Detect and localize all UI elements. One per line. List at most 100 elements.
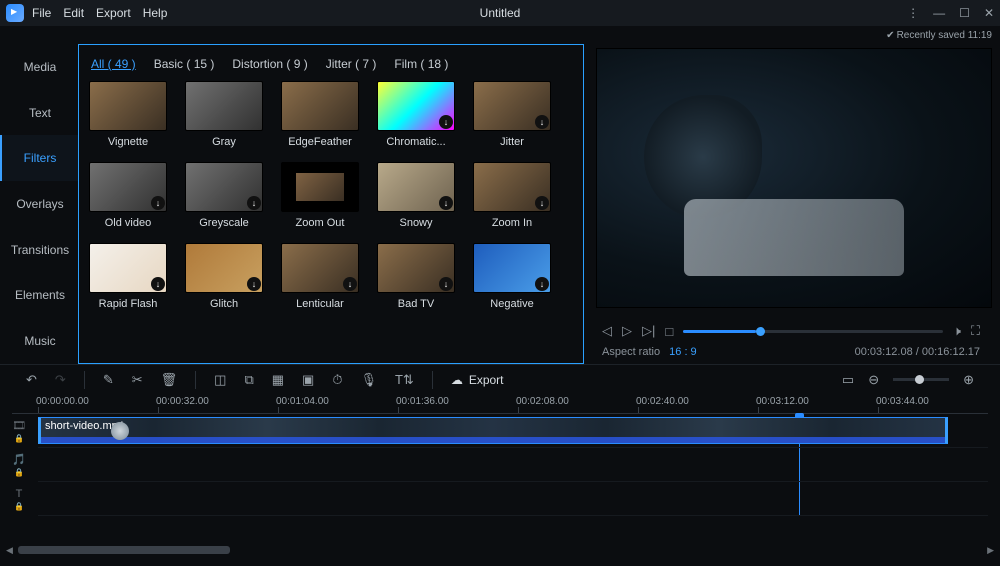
clip-orb	[111, 422, 129, 440]
video-clip[interactable]: short-video.mp4	[38, 417, 948, 444]
nav-item-music[interactable]: Music	[0, 318, 78, 364]
saved-text: Recently saved 11:19	[897, 30, 992, 41]
filter-thumb[interactable]: ↓Lenticular	[281, 243, 359, 310]
prev-frame-icon[interactable]: ◁	[602, 323, 612, 339]
category-tab[interactable]: Basic ( 15 )	[154, 57, 215, 71]
nav-item-filters[interactable]: Filters	[0, 135, 78, 181]
aspect-ratio[interactable]: Aspect ratio 16 : 9	[602, 346, 697, 358]
filter-thumb-image	[89, 81, 167, 131]
download-icon[interactable]: ↓	[151, 277, 165, 291]
category-tab[interactable]: Jitter ( 7 )	[326, 57, 377, 71]
nav-item-overlays[interactable]: Overlays	[0, 181, 78, 227]
minimize-icon[interactable]: —	[933, 6, 945, 20]
download-icon[interactable]: ↓	[343, 277, 357, 291]
lock-icon[interactable]: 🔒	[14, 502, 24, 511]
download-icon[interactable]: ↓	[535, 277, 549, 291]
filter-thumb[interactable]: ↓ Bad TV	[377, 243, 455, 310]
filter-thumb[interactable]: ↓Glitch	[185, 243, 263, 310]
filter-thumb[interactable]: ↓ Old video	[89, 162, 167, 229]
download-icon[interactable]: ↓	[535, 115, 549, 129]
timeline-scrollbar[interactable]: ◀ ▶	[18, 546, 982, 554]
download-icon[interactable]: ↓	[439, 115, 453, 129]
nav-item-text[interactable]: Text	[0, 90, 78, 136]
text-track-icon: T	[16, 488, 23, 500]
filter-thumb[interactable]: ↓Rapid Flash	[89, 243, 167, 310]
filter-thumb[interactable]: Zoom Out	[281, 162, 359, 229]
download-icon[interactable]: ↓	[439, 277, 453, 291]
filter-thumb-label: Bad TV	[377, 298, 455, 310]
video-track-icon: 🎞	[12, 419, 26, 432]
delete-icon[interactable]: 🗑	[161, 372, 178, 388]
filter-grid[interactable]: Vignette Gray EdgeFeather ↓Chromatic... ↓Jit…	[89, 81, 579, 353]
fullscreen-icon[interactable]: ⛶	[971, 323, 980, 339]
more-icon[interactable]: ⋮	[907, 6, 919, 20]
next-frame-icon[interactable]: ▷|	[642, 323, 655, 339]
filter-thumb-image: ↓	[377, 81, 455, 131]
lock-icon[interactable]: 🔒	[14, 468, 24, 477]
category-tab[interactable]: All ( 49 )	[91, 57, 136, 71]
close-icon[interactable]: ✕	[984, 6, 994, 20]
timeline-toolbar: ↶ ↷ ✎ ✂ 🗑 ◫ ⧉ ▦ ▣ ⏱ 🎙 T⇅ ☁ Export ▭ ⊖ ⊕	[0, 364, 1000, 394]
filter-thumb-label: Old video	[89, 217, 167, 229]
undo-icon[interactable]: ↶	[26, 372, 37, 388]
stop-icon[interactable]: □	[665, 324, 673, 339]
scissors-icon[interactable]: ✂	[132, 372, 143, 388]
download-icon[interactable]: ↓	[151, 196, 165, 210]
seek-slider[interactable]	[683, 330, 942, 333]
pip-icon[interactable]: ▣	[302, 372, 314, 388]
menu-help[interactable]: Help	[143, 6, 168, 20]
nav-item-media[interactable]: Media	[0, 44, 78, 90]
preview-video[interactable]	[596, 48, 992, 308]
speed-icon[interactable]: ⏱	[332, 372, 342, 388]
split-icon[interactable]: ⧉	[244, 372, 253, 388]
audio-track[interactable]	[38, 448, 988, 482]
filter-thumb[interactable]: ↓Snowy	[377, 162, 455, 229]
preview-panel: ◁ ▷ ▷| □ 🕨 ⛶ Aspect ratio 16 : 9 00:03:1…	[590, 44, 1000, 364]
filter-thumb-image: ↓	[185, 243, 263, 293]
mosaic-icon[interactable]: ▦	[272, 372, 284, 388]
nav-item-elements[interactable]: Elements	[0, 273, 78, 319]
filter-thumb[interactable]: Gray	[185, 81, 263, 148]
category-tab[interactable]: Film ( 18 )	[394, 57, 448, 71]
redo-icon[interactable]: ↷	[55, 372, 66, 388]
filter-thumb[interactable]: ↓Chromatic...	[377, 81, 455, 148]
video-track[interactable]: short-video.mp4	[38, 414, 988, 448]
filter-thumb[interactable]: EdgeFeather	[281, 81, 359, 148]
download-icon[interactable]: ↓	[247, 277, 261, 291]
filter-thumb[interactable]: ↓Jitter	[473, 81, 551, 148]
nav-item-transitions[interactable]: Transitions	[0, 227, 78, 273]
crop-icon[interactable]: ◫	[214, 372, 226, 388]
filter-thumb[interactable]: ↓Negative	[473, 243, 551, 310]
scroll-right-icon[interactable]: ▶	[987, 545, 994, 556]
download-icon[interactable]: ↓	[535, 196, 549, 210]
category-tab[interactable]: Distortion ( 9 )	[232, 57, 307, 71]
text-tool-icon[interactable]: T⇅	[395, 372, 414, 388]
zoom-in-icon[interactable]: ⊕	[963, 372, 974, 388]
menu-edit[interactable]: Edit	[63, 6, 84, 20]
mic-icon[interactable]: 🎙	[360, 372, 377, 388]
text-track[interactable]	[38, 482, 988, 516]
scroll-left-icon[interactable]: ◀	[6, 545, 13, 556]
download-icon[interactable]: ↓	[439, 196, 453, 210]
fit-icon[interactable]: ▭	[842, 372, 854, 388]
maximize-icon[interactable]: ☐	[959, 6, 970, 20]
zoom-out-icon[interactable]: ⊖	[868, 372, 879, 388]
volume-icon[interactable]: 🕨	[953, 323, 961, 339]
filter-thumb-image: ↓	[89, 243, 167, 293]
menu-export[interactable]: Export	[96, 6, 131, 20]
export-button[interactable]: ☁ Export	[451, 373, 504, 387]
preview-controls: ◁ ▷ ▷| □ 🕨 ⛶	[590, 318, 992, 344]
filter-thumb[interactable]: ↓Zoom In	[473, 162, 551, 229]
play-icon[interactable]: ▷	[622, 323, 632, 339]
preview-time: 00:03:12.08 / 00:16:12.17	[855, 346, 980, 358]
timeline-ruler[interactable]: 00:00:00.0000:00:32.0000:01:04.0000:01:3…	[12, 394, 988, 414]
lock-icon[interactable]: 🔒	[14, 434, 24, 443]
scrollbar-thumb[interactable]	[18, 546, 230, 554]
pen-icon[interactable]: ✎	[103, 372, 114, 388]
filter-thumb[interactable]: Vignette	[89, 81, 167, 148]
zoom-slider[interactable]	[893, 378, 949, 381]
download-icon[interactable]: ↓	[247, 196, 261, 210]
filter-thumb[interactable]: ↓Greyscale	[185, 162, 263, 229]
timeline[interactable]: 00:00:00.0000:00:32.0000:01:04.0000:01:3…	[0, 394, 1000, 556]
menu-file[interactable]: File	[32, 6, 51, 20]
